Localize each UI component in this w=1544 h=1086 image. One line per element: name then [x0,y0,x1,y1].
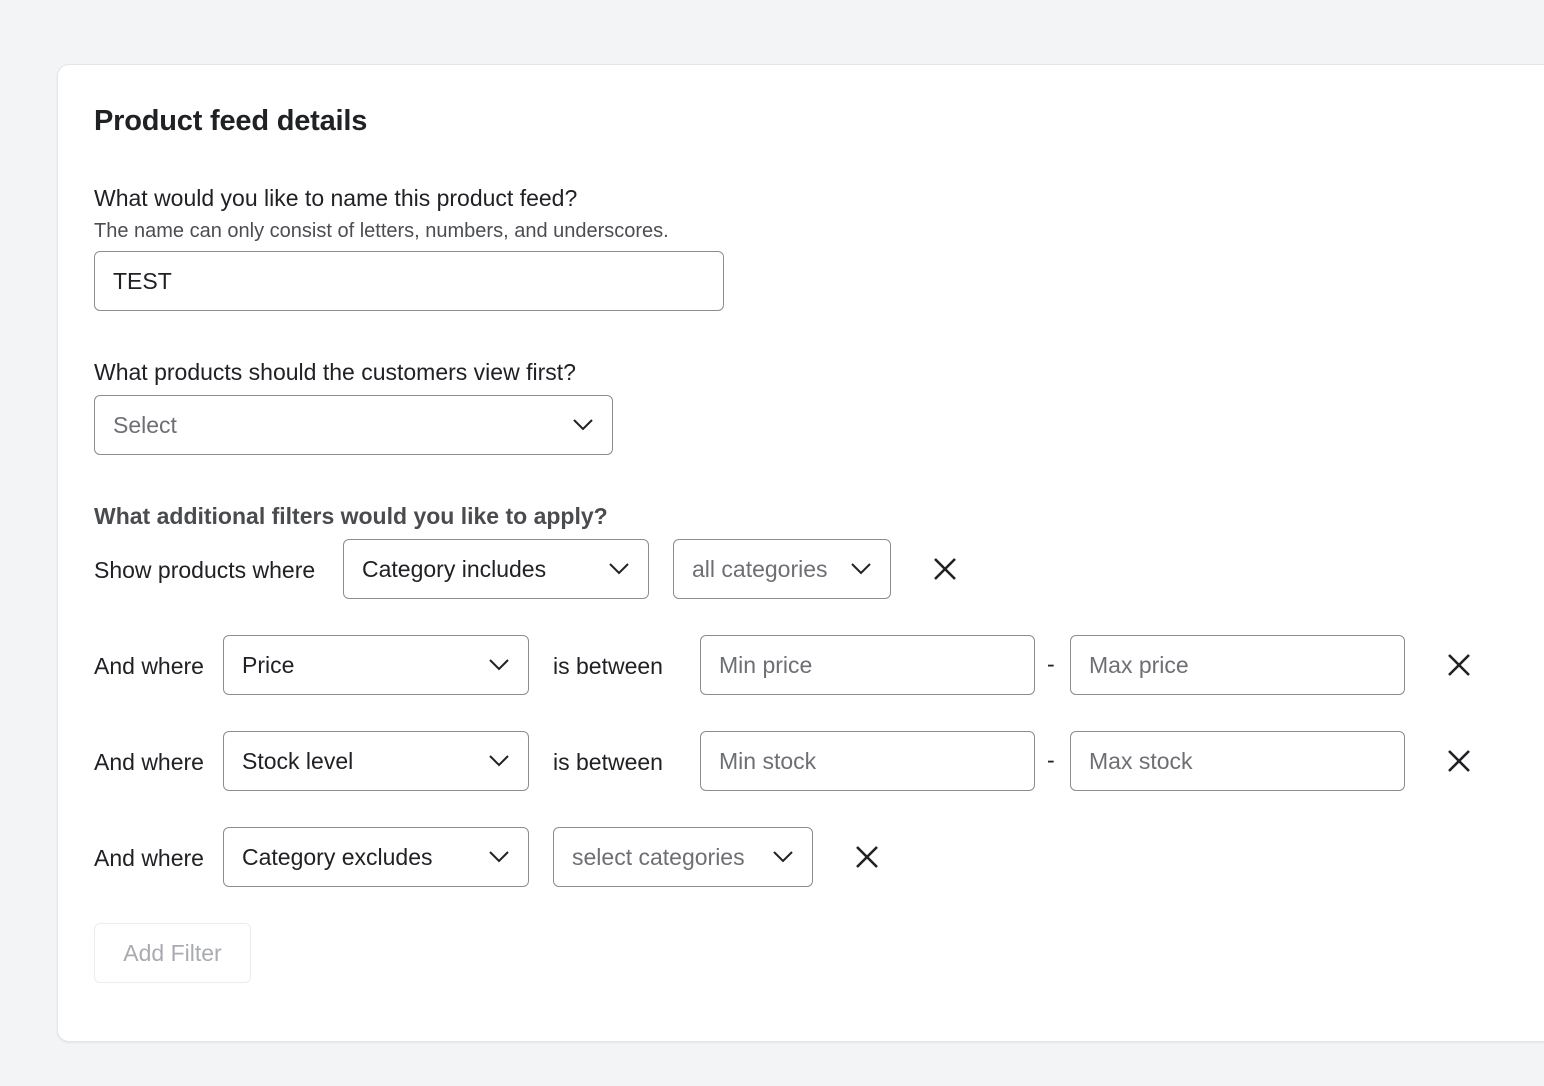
filter-row-4-categories-value: select categories [572,843,745,870]
add-filter-button[interactable]: Add Filter [94,923,251,983]
filter-row-3-operator: is between [553,749,663,775]
max-price-field[interactable] [1070,635,1405,695]
range-separator: - [1047,651,1055,677]
filter-row-1-categories-value: all categories [692,555,828,582]
min-stock-input[interactable] [719,747,1016,775]
feed-name-field[interactable] [94,251,724,311]
chevron-down-icon [773,851,793,863]
max-price-input[interactable] [1089,651,1386,679]
min-price-field[interactable] [700,635,1035,695]
filter-row-4-field-select[interactable]: Category excludes [223,827,529,887]
chevron-down-icon [489,755,509,767]
close-icon[interactable] [852,842,882,872]
name-question-label: What would you like to name this product… [94,185,578,211]
filter-row-1-field-select[interactable]: Category includes [343,539,649,599]
chevron-down-icon [609,563,629,575]
view-first-select[interactable]: Select [94,395,613,455]
filter-row-3-field-value: Stock level [242,747,354,774]
name-help-text: The name can only consist of letters, nu… [94,220,669,242]
view-first-select-value: Select [113,411,177,438]
close-icon[interactable] [1444,650,1474,680]
filter-row-4-field-value: Category excludes [242,843,433,870]
close-icon[interactable] [1444,746,1474,776]
product-feed-card: Product feed details What would you like… [57,64,1544,1042]
filter-row-2-operator: is between [553,653,663,679]
chevron-down-icon [489,851,509,863]
filter-row-1-field-value: Category includes [362,555,547,582]
filter-row-4-categories-select[interactable]: select categories [553,827,813,887]
max-stock-input[interactable] [1089,747,1386,775]
filter-row-2-field-value: Price [242,651,295,678]
chevron-down-icon [489,659,509,671]
page-title: Product feed details [94,105,368,137]
filter-row-4-label: And where [94,845,204,871]
range-separator: - [1047,747,1055,773]
chevron-down-icon [851,563,871,575]
filter-row-2-field-select[interactable]: Price [223,635,529,695]
close-icon[interactable] [930,554,960,584]
filter-row-3-field-select[interactable]: Stock level [223,731,529,791]
min-price-input[interactable] [719,651,1016,679]
filter-row-2-label: And where [94,653,204,679]
feed-name-input[interactable] [113,267,705,295]
filter-row-3-label: And where [94,749,204,775]
view-first-question-label: What products should the customers view … [94,359,576,385]
filter-row-1-label: Show products where [94,557,316,583]
filter-row-1-categories-select[interactable]: all categories [673,539,891,599]
chevron-down-icon [573,419,593,431]
max-stock-field[interactable] [1070,731,1405,791]
filters-heading: What additional filters would you like t… [94,503,608,529]
min-stock-field[interactable] [700,731,1035,791]
